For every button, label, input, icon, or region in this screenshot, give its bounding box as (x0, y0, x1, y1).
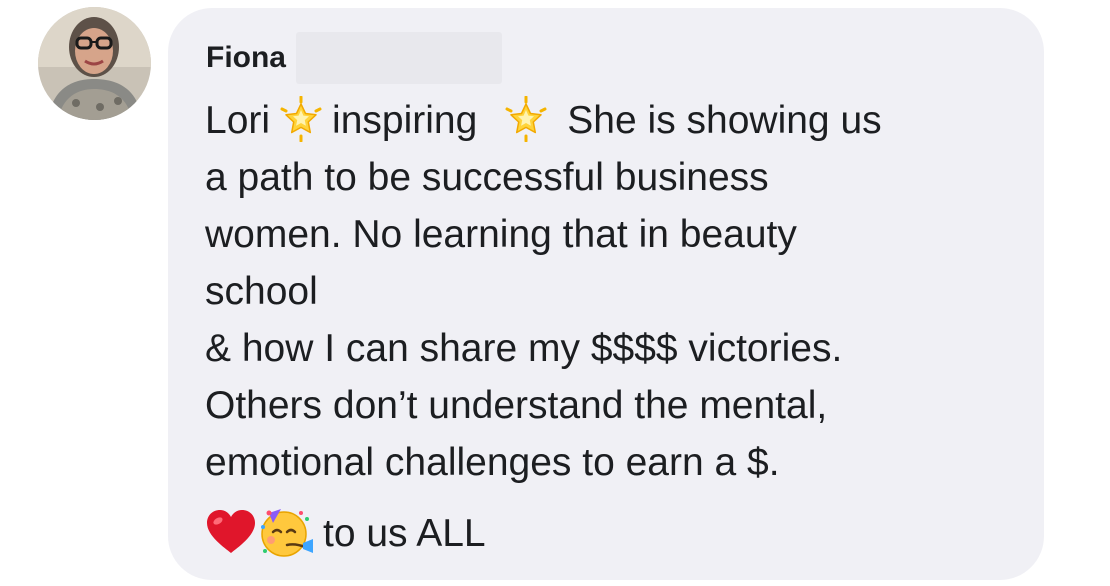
comment-author: Fiona (206, 32, 502, 84)
comment-text-segment: inspiring (332, 99, 478, 142)
comment-text-segment: to us ALL (323, 512, 486, 555)
partying-face-icon (257, 505, 315, 559)
comment-line-5: & how I can share my $$$$ victories. (205, 327, 843, 370)
glowing-star-icon (278, 95, 324, 142)
comment-text-segment: She is showing us (567, 99, 882, 142)
profile-photo-avatar-icon (38, 7, 151, 120)
comment-line-3: women. No learning that in beauty (205, 213, 797, 256)
comment-line-4: school (205, 270, 318, 313)
redacted-surname (296, 32, 502, 84)
author-name[interactable]: Fiona (206, 40, 286, 76)
comment-body: Lori inspiring She is showing us a path to… (205, 92, 1035, 563)
comment-line-6: Others don’t understand the mental, (205, 384, 828, 427)
comment-closing-line: to us ALL (205, 505, 1035, 563)
comment-line-7: emotional challenges to earn a $. (205, 441, 780, 484)
author-avatar[interactable] (38, 7, 151, 120)
comment-screen: Fiona Lori inspiring She is showing us a p… (0, 0, 1110, 586)
comment-line-1: Lori inspiring She is showing us (205, 92, 1035, 149)
comment-text-segment: Lori (205, 99, 271, 142)
red-heart-icon (205, 508, 257, 556)
comment-line-2: a path to be successful business (205, 156, 769, 199)
glowing-star-icon (503, 95, 549, 142)
